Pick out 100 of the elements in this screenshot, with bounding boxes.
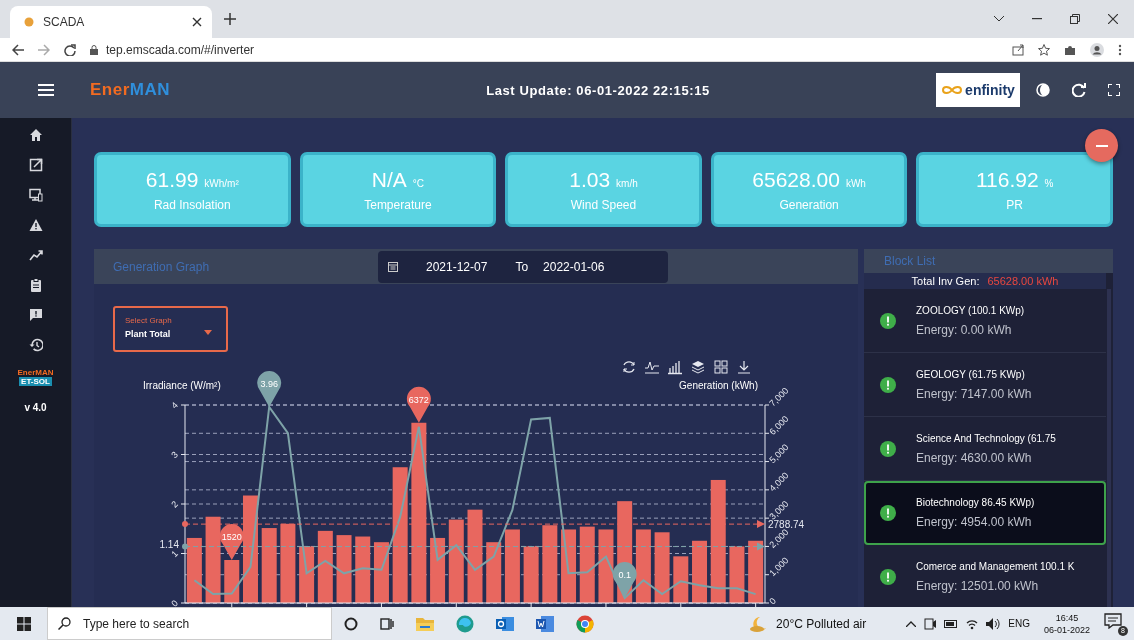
folder-icon[interactable] [416,615,434,632]
edge-icon[interactable] [456,614,474,633]
windows-icon[interactable] [16,616,31,631]
chevron-down-icon[interactable] [994,16,1004,22]
block-name: Science And Technology (61.75 [916,432,1056,444]
restore-icon[interactable] [623,361,635,373]
weather-icon [750,615,769,632]
feedback-icon[interactable] [28,308,43,322]
bar [186,537,202,603]
home-icon[interactable] [28,128,43,142]
menu-icon[interactable] [38,84,54,96]
status-icon [880,568,896,585]
cortana-icon[interactable] [344,616,358,631]
back-icon[interactable] [12,43,24,56]
history-icon[interactable] [28,338,43,352]
block-item[interactable]: Biotechnology 86.45 KWp) Energy: 4954.00 kWh [864,481,1106,545]
task-view-icon[interactable] [380,616,394,631]
block-energy: Energy: 12501.00 kWh [916,578,1040,593]
axis-label: 4 [169,400,180,411]
axis-label: 1 [169,548,180,560]
kpi-label: Rad Insolation [153,197,231,212]
status-icon [880,376,896,393]
language-indicator[interactable]: ENG [1008,618,1030,629]
kpi-value: 116.92 [975,167,1039,192]
grid-icon[interactable] [714,360,728,374]
url-field[interactable]: tep.emscada.com/#/inverter [106,42,255,57]
bar-chart-icon[interactable] [667,360,683,375]
notification-icon [1104,612,1122,629]
status-icon [880,505,896,521]
axis-title: Generation (kWh) [679,380,758,391]
partner-logo-text: enfinity [965,82,1015,98]
calendar-icon [388,261,398,272]
menu-dots-icon[interactable] [1118,43,1122,56]
contrast-icon[interactable] [1036,83,1050,97]
block-item[interactable]: ZOOLOGY (100.1 KWp) Energy: 0.00 kWh [864,289,1106,353]
search-field[interactable]: Type here to search [47,607,332,640]
warning-icon[interactable] [28,218,43,232]
minimize-icon[interactable] [1032,18,1042,20]
chevron-up-icon[interactable] [906,620,917,627]
bar [692,540,707,603]
block-energy: Energy: 7147.00 kWh [916,386,1032,401]
bar [430,537,446,603]
total-value: 65628.00 kWh [987,274,1059,287]
new-tab-icon[interactable] [224,13,236,25]
annotation: 0.1 [618,570,631,581]
monitor-icon[interactable] [28,188,43,202]
data-label-pin: 0.1 [612,562,637,599]
kpi-unit: kWh [845,177,866,189]
line-chart-icon[interactable] [644,361,660,374]
clipboard-icon[interactable] [28,278,43,292]
kpi-unit: % [1044,177,1054,189]
block-item[interactable]: GEOLOGY (61.75 KWp) Energy: 7147.00 kWh [864,353,1106,417]
open-in-new-icon[interactable] [28,158,43,172]
axis-label: 0 [169,598,180,607]
block-name: Biotechnology 86.45 KWp) [916,497,1035,508]
block-energy: Energy: 4954.00 kWh [916,515,1033,529]
line-end-arrow-icon [757,520,765,529]
block-energy: Energy: 0.00 kWh [916,322,1013,337]
trend-icon[interactable] [28,248,43,262]
volume-icon[interactable] [986,617,1001,630]
version-label: v 4.0 [24,402,47,413]
line-start-dot [182,521,188,528]
caret-icon [204,330,212,335]
panel-title: Block List [864,249,1113,273]
fullscreen-icon[interactable] [1108,84,1120,96]
date-range-field[interactable]: 2021-12-07 To 2022-01-06 [378,250,668,283]
document-app-icon[interactable] [536,614,554,633]
battery-icon[interactable] [944,619,959,628]
clock-date: 06-01-2022 [1043,624,1090,635]
status-icon [880,312,896,329]
refresh-icon[interactable] [1072,83,1086,97]
brand-logo-text: EnerMAN [17,368,54,377]
chrome-icon[interactable] [576,614,594,633]
axis-label: 0 [767,595,779,607]
mail-app-icon[interactable] [496,614,514,633]
browser-tab[interactable]: SCADA [10,6,212,38]
restore-icon[interactable] [1070,14,1080,24]
minus-icon [1095,144,1108,147]
kpi-label: Temperature [364,197,432,212]
close-icon[interactable] [1108,14,1118,24]
kpi-value: N/A [371,167,407,192]
clock-time: 16:45 [1055,612,1079,623]
graph-select[interactable]: Select Graph Plant Total [113,306,228,352]
star-icon[interactable] [1038,43,1050,56]
wifi-icon[interactable] [966,617,979,630]
share-icon[interactable] [1012,43,1024,56]
clock[interactable]: 16:45 06-01-2022 [1043,612,1090,635]
kpi-value: 1.03 [569,167,611,192]
block-energy: Energy: 4630.00 kWh [916,450,1033,465]
bar [523,546,539,603]
reload-icon[interactable] [64,43,76,56]
stack-icon[interactable] [691,361,705,374]
collapse-button[interactable] [1085,129,1118,162]
weather-text: 20°C Polluted air [776,616,867,631]
download-icon[interactable] [737,360,751,374]
profile-icon[interactable] [1090,42,1104,57]
block-name: ZOOLOGY (100.1 KWp) [916,304,1025,316]
meet-icon[interactable] [924,617,937,630]
block-name: Comerce and Management 100.1 K [916,560,1075,572]
close-icon[interactable] [192,17,202,27]
